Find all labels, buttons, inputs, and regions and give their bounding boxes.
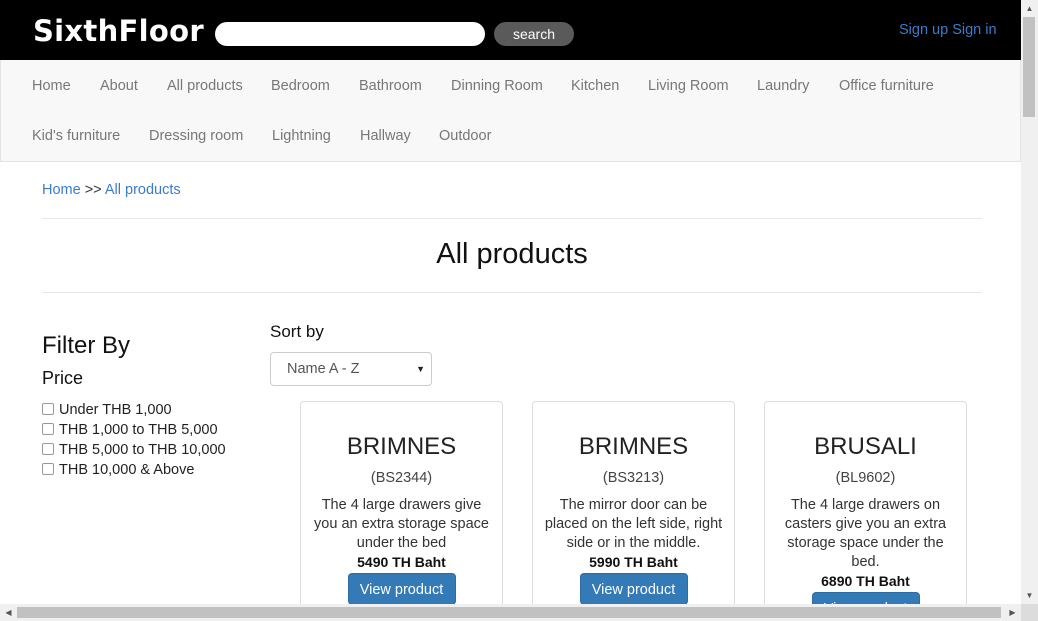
nav-dinning-room[interactable]: Dinning Room (451, 78, 543, 94)
filter-option-label: THB 10,000 & Above (59, 462, 195, 478)
vertical-scroll-thumb[interactable] (1023, 17, 1035, 117)
filter-option-label: THB 1,000 to THB 5,000 (59, 422, 218, 438)
scroll-left-icon[interactable]: ◀ (0, 604, 17, 621)
sign-in-link[interactable]: Sign in (952, 22, 996, 38)
nav-hallway[interactable]: Hallway (360, 128, 411, 144)
dropdown-arrow-icon: ▼ (416, 364, 425, 374)
sort-selected-value: Name A - Z (287, 361, 360, 377)
nav-living-room[interactable]: Living Room (648, 78, 729, 94)
nav-laundry[interactable]: Laundry (757, 78, 809, 94)
breadcrumb: Home >> All products (42, 182, 181, 198)
sort-select[interactable]: Name A - Z ▼ (270, 352, 432, 386)
product-card: BRUSALI (BL9602) The 4 large drawers on … (764, 401, 967, 621)
product-name: BRIMNES (578, 433, 689, 460)
sign-up-link[interactable]: Sign up (899, 22, 948, 38)
scroll-right-icon[interactable]: ▶ (1004, 604, 1021, 621)
site-logo[interactable]: SixthFloor (33, 14, 204, 48)
price-filter-title: Price (42, 368, 84, 388)
nav-all-products[interactable]: All products (167, 78, 243, 94)
sort-label: Sort by (270, 322, 324, 341)
vertical-scrollbar[interactable]: ▲ ▼ (1021, 0, 1038, 604)
product-price: 5990 TH Baht (589, 554, 678, 570)
nav-lightning[interactable]: Lightning (272, 128, 331, 144)
product-description: The 4 large drawers give you an extra st… (314, 497, 489, 551)
divider (42, 218, 982, 219)
filter-option[interactable]: THB 10,000 & Above (42, 462, 194, 478)
nav-kitchen[interactable]: Kitchen (571, 78, 619, 94)
nav-about[interactable]: About (100, 78, 138, 94)
checkbox[interactable] (42, 403, 54, 415)
breadcrumb-home[interactable]: Home (42, 182, 81, 198)
horizontal-scroll-thumb[interactable] (17, 607, 1001, 618)
product-price: 5490 TH Baht (357, 554, 446, 570)
product-card: BRIMNES (BS3213) The mirror door can be … (532, 401, 735, 621)
nav-home[interactable]: Home (32, 78, 71, 94)
nav-outdoor[interactable]: Outdoor (439, 128, 491, 144)
filter-option[interactable]: THB 5,000 to THB 10,000 (42, 442, 226, 458)
product-description: The 4 large drawers on casters give you … (784, 497, 947, 570)
product-price: 6890 TH Baht (821, 573, 910, 589)
checkbox[interactable] (42, 443, 54, 455)
checkbox[interactable] (42, 423, 54, 435)
product-code: (BS2344) (370, 470, 433, 486)
view-product-button[interactable]: View product (347, 573, 456, 605)
product-name: BRUSALI (814, 433, 917, 460)
filter-option-label: THB 5,000 to THB 10,000 (59, 442, 226, 458)
filter-option[interactable]: THB 1,000 to THB 5,000 (42, 422, 218, 438)
product-code: (BS3213) (602, 470, 665, 486)
product-code: (BL9602) (835, 470, 896, 486)
nav-bathroom[interactable]: Bathroom (359, 78, 422, 94)
category-nav: Home About All products Bedroom Bathroom… (0, 60, 1021, 162)
scroll-down-icon[interactable]: ▼ (1021, 587, 1038, 604)
top-header: SixthFloor search Sign up Sign in (0, 0, 1021, 60)
divider (42, 292, 982, 293)
nav-kids-furniture[interactable]: Kid's furniture (32, 128, 120, 144)
product-name: BRIMNES (346, 433, 457, 460)
product-card: BRIMNES (BS2344) The 4 large drawers giv… (300, 401, 503, 621)
auth-links: Sign up Sign in (899, 22, 1001, 38)
filter-option-label: Under THB 1,000 (59, 402, 172, 418)
view-product-button[interactable]: View product (579, 573, 688, 605)
horizontal-scrollbar[interactable]: ◀ ▶ (0, 604, 1021, 621)
filter-option[interactable]: Under THB 1,000 (42, 402, 172, 418)
nav-dressing-room[interactable]: Dressing room (149, 128, 243, 144)
product-description: The mirror door can be placed on the lef… (544, 497, 723, 551)
breadcrumb-separator: >> (84, 182, 102, 198)
nav-office-furniture[interactable]: Office furniture (839, 78, 934, 94)
search-button[interactable]: search (494, 22, 574, 46)
nav-bedroom[interactable]: Bedroom (271, 78, 330, 94)
scroll-up-icon[interactable]: ▲ (1021, 0, 1038, 17)
breadcrumb-current[interactable]: All products (105, 182, 181, 198)
page-title: All products (436, 238, 588, 270)
filter-title: Filter By (42, 332, 131, 359)
search-input[interactable] (215, 22, 485, 46)
scrollbar-corner (1021, 604, 1038, 621)
checkbox[interactable] (42, 463, 54, 475)
